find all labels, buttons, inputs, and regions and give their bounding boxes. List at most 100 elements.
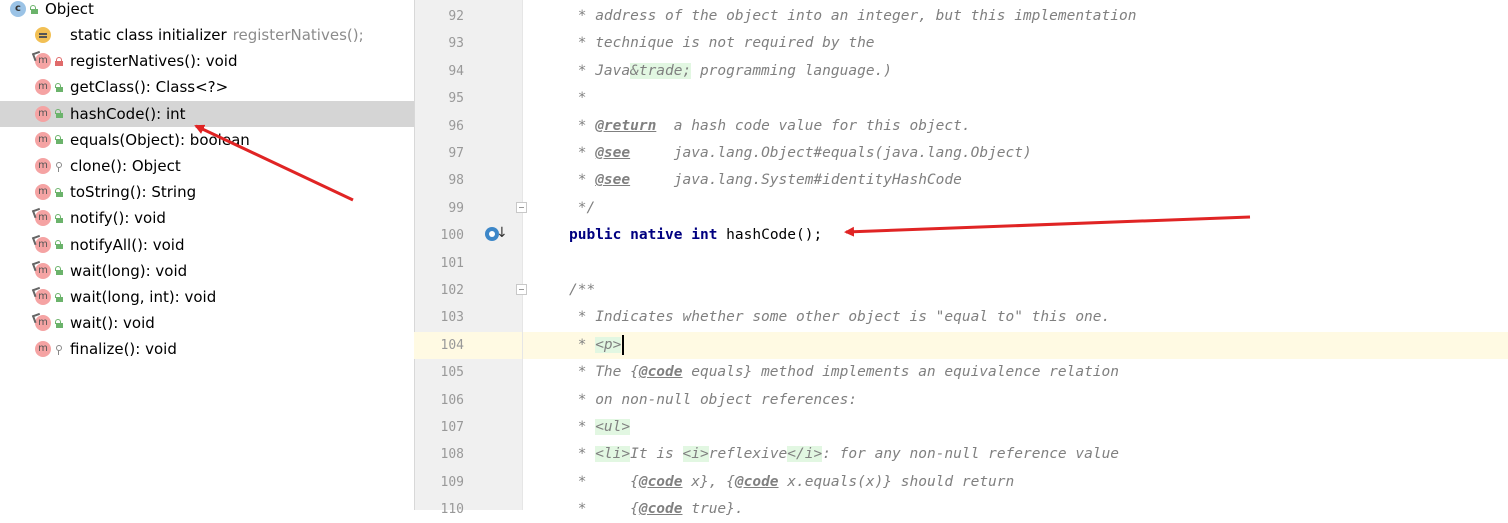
method-icon: m xyxy=(31,234,51,253)
line-number: 98 xyxy=(448,173,464,189)
code-text: * technique is not required by the xyxy=(569,30,875,57)
code-token: </i> xyxy=(787,446,823,463)
public-visibility-icon xyxy=(55,82,63,92)
structure-member-row[interactable]: m hashCode(): int xyxy=(0,100,414,127)
code-line[interactable]: * <p> xyxy=(523,331,1508,359)
code-token: /** xyxy=(569,282,596,298)
code-token: @code xyxy=(638,473,683,490)
line-number: 102 xyxy=(440,283,464,298)
code-line[interactable] xyxy=(523,250,1508,277)
code-line[interactable]: * @return a hash code value for this obj… xyxy=(523,113,1508,140)
structure-member-row[interactable]: m equals(Object): boolean xyxy=(0,127,414,153)
code-line[interactable]: * @see java.lang.System#identityHashCode xyxy=(523,167,1508,194)
fold-start-icon[interactable] xyxy=(516,284,527,295)
code-token: : for any non-null reference value xyxy=(822,446,1120,463)
structure-member-row[interactable]: m wait(long, int): void xyxy=(0,284,414,310)
code-line[interactable]: * address of the object into an integer,… xyxy=(523,3,1508,30)
code-token: &trade; xyxy=(630,62,692,79)
public-visibility-icon xyxy=(55,292,63,302)
structure-member-row[interactable]: m registerNatives(): void xyxy=(0,48,414,74)
method-icon: m xyxy=(31,260,51,279)
code-token: a hash code value for this object. xyxy=(656,117,971,134)
line-number: 95 xyxy=(448,91,464,107)
line-number: 101 xyxy=(440,255,464,271)
structure-member-row[interactable]: m toString(): String xyxy=(0,179,414,205)
public-visibility-icon xyxy=(55,213,63,223)
method-icon: m xyxy=(35,341,51,358)
gutter-line: 99 xyxy=(414,195,522,222)
line-number: 92 xyxy=(448,9,464,24)
line-number: 99 xyxy=(448,200,464,216)
public-visibility-icon xyxy=(55,266,63,276)
code-token: @code xyxy=(638,364,683,381)
code-token: java.lang.Object#equals(java.lang.Object… xyxy=(630,145,1032,161)
code-line[interactable]: * on non-null object references: xyxy=(523,387,1508,414)
structure-member-label: hashCode(): int xyxy=(70,104,186,123)
code-line[interactable]: * xyxy=(523,85,1508,112)
line-number: 94 xyxy=(448,63,464,79)
fold-end-icon[interactable] xyxy=(516,202,527,213)
code-line[interactable]: * Java&trade; programming language.) xyxy=(523,58,1508,85)
code-line[interactable]: * technique is not required by the xyxy=(523,30,1508,57)
code-line[interactable]: public native int hashCode(); xyxy=(523,222,1508,249)
structure-member-label: finalize(): void xyxy=(70,340,177,359)
method-icon: m xyxy=(35,131,51,148)
text-caret xyxy=(622,334,625,355)
gutter-line: 93 xyxy=(414,30,522,57)
code-text: * @see java.lang.Object#equals(java.lang… xyxy=(569,140,1032,167)
code-line[interactable]: * <ul> xyxy=(523,414,1508,441)
code-text: * Indicates whether some other object is… xyxy=(569,304,1111,331)
structure-member-label: toString(): String xyxy=(70,183,197,202)
code-token: * on non-null object references: xyxy=(569,391,858,408)
code-token: equals} method implements an equivalence… xyxy=(682,364,1119,381)
code-token: * xyxy=(569,336,596,353)
gutter-line: 109 xyxy=(414,469,522,496)
code-token: * technique is not required by the xyxy=(569,35,875,52)
code-text: * @see java.lang.System#identityHashCode xyxy=(569,167,962,194)
code-text: * The {@code equals} method implements a… xyxy=(569,359,1119,386)
code-text: * {@code x}, {@code x.equals(x)} should … xyxy=(569,469,1015,496)
structure-member-label: wait(long): void xyxy=(70,261,188,280)
structure-member-row[interactable]: m wait(): void xyxy=(0,310,414,336)
code-token: * xyxy=(569,446,596,463)
public-visibility-icon xyxy=(55,109,63,119)
code-token: x}, { xyxy=(682,473,735,490)
code-token: <li> xyxy=(595,446,631,463)
line-number: 105 xyxy=(440,365,464,381)
down-arrow-icon[interactable]: ↓ xyxy=(496,225,508,241)
code-text: * <p> xyxy=(569,332,625,359)
override-mark-icon xyxy=(31,51,43,62)
structure-member-row[interactable]: static class initializer registerNatives(… xyxy=(0,22,414,48)
line-number: 107 xyxy=(440,420,464,435)
public-visibility-icon xyxy=(55,135,63,145)
structure-member-label: getClass(): Class<?> xyxy=(70,78,229,97)
structure-member-row[interactable]: m wait(long): void xyxy=(0,258,414,284)
gutter-line: 95 xyxy=(414,85,522,112)
code-line[interactable]: * <li>It is <i>reflexive</i>: for any no… xyxy=(523,441,1508,468)
method-icon: m xyxy=(31,208,51,227)
code-line[interactable]: * @see java.lang.Object#equals(java.lang… xyxy=(523,140,1508,167)
line-number: 93 xyxy=(448,36,464,52)
structure-member-row[interactable]: m finalize(): void xyxy=(0,336,414,362)
code-token: <ul> xyxy=(595,419,631,435)
structure-member-row[interactable]: m notify(): void xyxy=(0,205,414,231)
code-line[interactable]: */ xyxy=(523,195,1508,222)
code-line[interactable]: * Indicates whether some other object is… xyxy=(523,304,1508,331)
code-text: * on non-null object references: xyxy=(569,387,857,414)
structure-root-object[interactable]: c Object xyxy=(0,0,414,22)
code-line[interactable]: /** xyxy=(523,277,1508,304)
override-mark-icon xyxy=(31,208,43,219)
code-line[interactable]: * The {@code equals} method implements a… xyxy=(523,359,1508,386)
code-token: programming language.) xyxy=(691,62,893,79)
code-token: <i> xyxy=(682,446,709,463)
code-token: * xyxy=(569,145,596,161)
code-line[interactable]: * {@code x}, {@code x.equals(x)} should … xyxy=(523,469,1508,496)
structure-panel: c Object static class initializer registe… xyxy=(0,0,414,510)
structure-member-row[interactable]: m clone(): Object xyxy=(0,153,414,179)
line-number: 104 xyxy=(440,337,464,353)
code-token: * The { xyxy=(569,364,639,381)
structure-member-row[interactable]: m notifyAll(): void xyxy=(0,232,414,258)
structure-member-row[interactable]: m getClass(): Class<?> xyxy=(0,74,414,100)
code-token: * { xyxy=(569,473,639,490)
method-icon: m xyxy=(35,105,51,122)
